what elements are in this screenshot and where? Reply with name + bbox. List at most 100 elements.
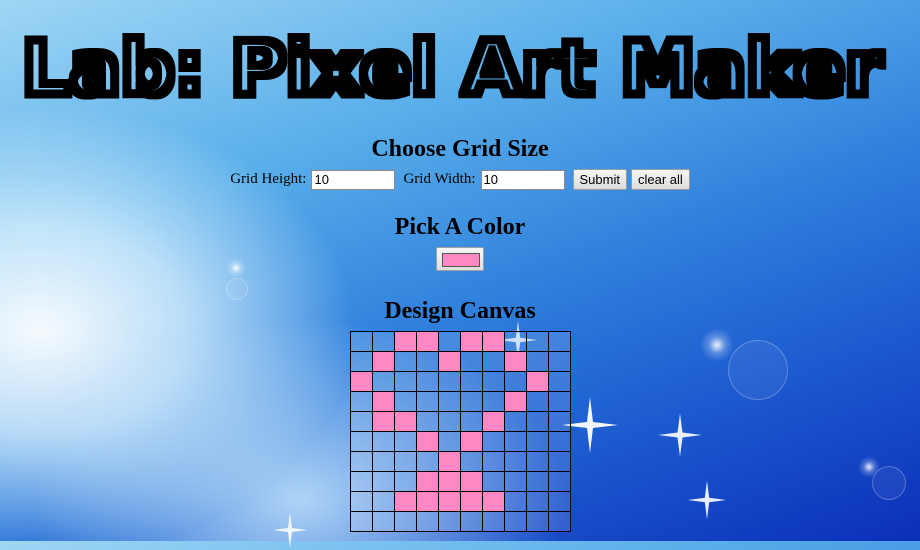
- grid-height-input[interactable]: [311, 169, 396, 190]
- canvas-cell[interactable]: [349, 371, 373, 392]
- canvas-cell[interactable]: [481, 451, 505, 472]
- canvas-cell[interactable]: [459, 331, 483, 352]
- canvas-cell[interactable]: [415, 451, 439, 472]
- canvas-cell[interactable]: [503, 351, 527, 372]
- canvas-cell[interactable]: [415, 371, 439, 392]
- canvas-cell[interactable]: [349, 511, 373, 532]
- canvas-cell[interactable]: [525, 491, 549, 512]
- canvas-cell[interactable]: [371, 491, 395, 512]
- canvas-cell[interactable]: [437, 371, 461, 392]
- canvas-cell[interactable]: [481, 411, 505, 432]
- canvas-cell[interactable]: [481, 491, 505, 512]
- canvas-cell[interactable]: [349, 331, 373, 352]
- canvas-cell[interactable]: [459, 511, 483, 532]
- canvas-cell[interactable]: [547, 511, 571, 532]
- canvas-cell[interactable]: [503, 371, 527, 392]
- canvas-cell[interactable]: [481, 331, 505, 352]
- canvas-cell[interactable]: [415, 351, 439, 372]
- color-picker[interactable]: [436, 247, 484, 271]
- canvas-cell[interactable]: [547, 431, 571, 452]
- canvas-cell[interactable]: [525, 431, 549, 452]
- canvas-cell[interactable]: [503, 471, 527, 492]
- canvas-cell[interactable]: [503, 511, 527, 532]
- canvas-cell[interactable]: [481, 511, 505, 532]
- canvas-cell[interactable]: [371, 411, 395, 432]
- canvas-cell[interactable]: [371, 511, 395, 532]
- canvas-cell[interactable]: [437, 431, 461, 452]
- canvas-cell[interactable]: [415, 491, 439, 512]
- canvas-cell[interactable]: [393, 351, 417, 372]
- canvas-cell[interactable]: [525, 511, 549, 532]
- canvas-cell[interactable]: [503, 391, 527, 412]
- canvas-cell[interactable]: [349, 431, 373, 452]
- canvas-cell[interactable]: [547, 411, 571, 432]
- canvas-cell[interactable]: [547, 451, 571, 472]
- canvas-cell[interactable]: [459, 371, 483, 392]
- canvas-cell[interactable]: [459, 491, 483, 512]
- canvas-cell[interactable]: [525, 351, 549, 372]
- canvas-cell[interactable]: [437, 391, 461, 412]
- canvas-cell[interactable]: [415, 411, 439, 432]
- canvas-cell[interactable]: [459, 471, 483, 492]
- canvas-cell[interactable]: [393, 411, 417, 432]
- canvas-cell[interactable]: [371, 451, 395, 472]
- canvas-cell[interactable]: [393, 391, 417, 412]
- canvas-cell[interactable]: [503, 411, 527, 432]
- canvas-cell[interactable]: [481, 431, 505, 452]
- canvas-cell[interactable]: [503, 451, 527, 472]
- canvas-cell[interactable]: [525, 471, 549, 492]
- canvas-cell[interactable]: [481, 371, 505, 392]
- canvas-cell[interactable]: [437, 511, 461, 532]
- canvas-cell[interactable]: [459, 391, 483, 412]
- canvas-cell[interactable]: [349, 451, 373, 472]
- canvas-cell[interactable]: [481, 471, 505, 492]
- canvas-cell[interactable]: [415, 331, 439, 352]
- canvas-cell[interactable]: [459, 431, 483, 452]
- canvas-cell[interactable]: [415, 431, 439, 452]
- canvas-cell[interactable]: [437, 491, 461, 512]
- canvas-cell[interactable]: [525, 371, 549, 392]
- canvas-cell[interactable]: [503, 431, 527, 452]
- canvas-cell[interactable]: [481, 351, 505, 372]
- canvas-cell[interactable]: [349, 351, 373, 372]
- canvas-cell[interactable]: [503, 331, 527, 352]
- canvas-cell[interactable]: [525, 391, 549, 412]
- grid-width-input[interactable]: [480, 169, 565, 190]
- canvas-cell[interactable]: [547, 351, 571, 372]
- canvas-cell[interactable]: [393, 431, 417, 452]
- canvas-cell[interactable]: [371, 351, 395, 372]
- canvas-cell[interactable]: [547, 371, 571, 392]
- canvas-cell[interactable]: [437, 331, 461, 352]
- canvas-cell[interactable]: [437, 451, 461, 472]
- canvas-cell[interactable]: [437, 411, 461, 432]
- submit-button[interactable]: Submit: [572, 169, 627, 190]
- canvas-cell[interactable]: [349, 471, 373, 492]
- canvas-cell[interactable]: [393, 371, 417, 392]
- canvas-cell[interactable]: [459, 451, 483, 472]
- canvas-cell[interactable]: [371, 371, 395, 392]
- canvas-cell[interactable]: [371, 431, 395, 452]
- canvas-cell[interactable]: [547, 491, 571, 512]
- canvas-cell[interactable]: [393, 471, 417, 492]
- canvas-cell[interactable]: [349, 491, 373, 512]
- canvas-cell[interactable]: [371, 331, 395, 352]
- canvas-cell[interactable]: [437, 351, 461, 372]
- canvas-cell[interactable]: [547, 331, 571, 352]
- canvas-cell[interactable]: [547, 391, 571, 412]
- clear-all-button[interactable]: clear all: [630, 169, 690, 190]
- canvas-cell[interactable]: [503, 491, 527, 512]
- canvas-cell[interactable]: [459, 351, 483, 372]
- canvas-cell[interactable]: [349, 411, 373, 432]
- canvas-cell[interactable]: [393, 331, 417, 352]
- canvas-cell[interactable]: [415, 471, 439, 492]
- canvas-cell[interactable]: [525, 451, 549, 472]
- canvas-cell[interactable]: [393, 511, 417, 532]
- canvas-cell[interactable]: [415, 511, 439, 532]
- canvas-cell[interactable]: [459, 411, 483, 432]
- canvas-cell[interactable]: [525, 411, 549, 432]
- canvas-cell[interactable]: [437, 471, 461, 492]
- canvas-cell[interactable]: [393, 451, 417, 472]
- canvas-cell[interactable]: [393, 491, 417, 512]
- canvas-cell[interactable]: [547, 471, 571, 492]
- canvas-cell[interactable]: [415, 391, 439, 412]
